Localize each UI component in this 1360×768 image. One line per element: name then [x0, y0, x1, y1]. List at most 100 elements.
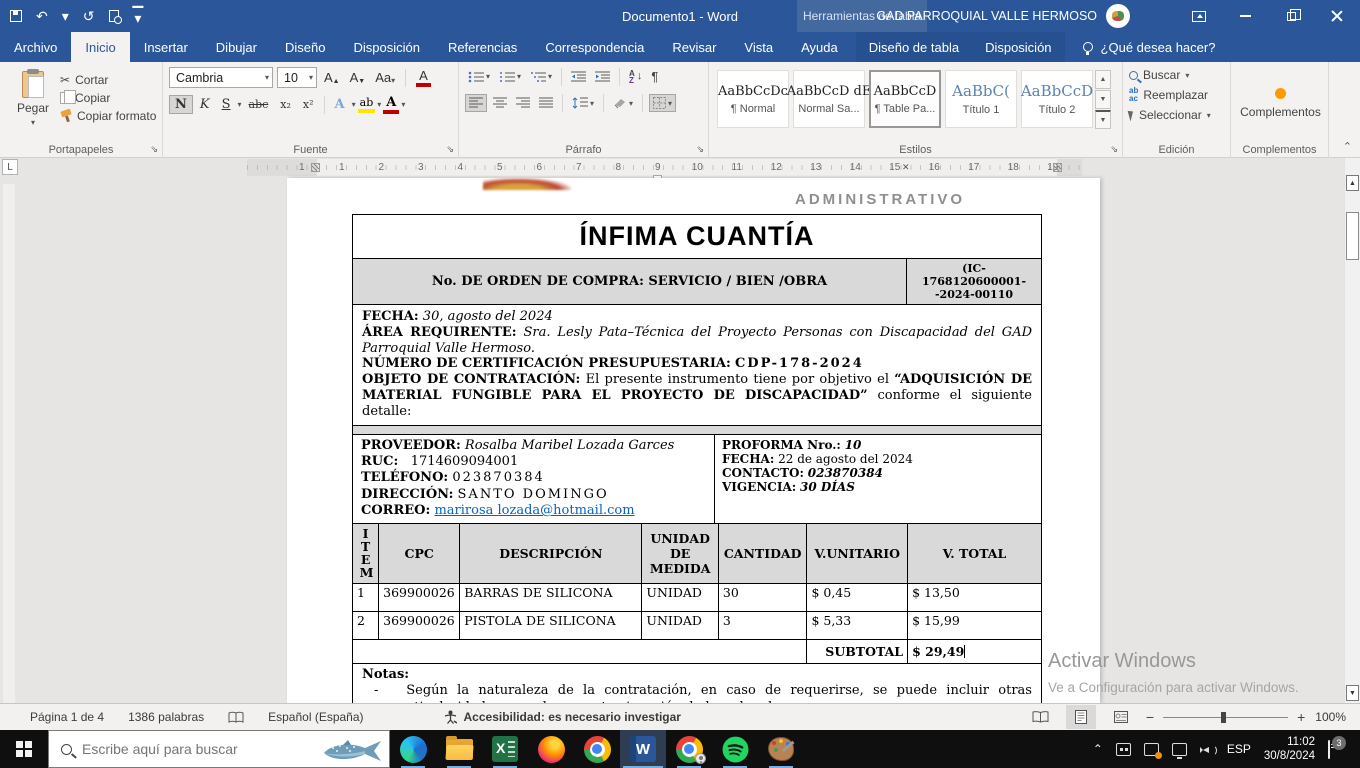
- notes-block[interactable]: Notas: Según la naturaleza de la contrat…: [352, 663, 1042, 703]
- taskbar-app-spotify[interactable]: [712, 730, 758, 768]
- increase-indent-button[interactable]: [592, 69, 613, 85]
- order-header-row[interactable]: No. DE ORDEN DE COMPRA: SERVICIO / BIEN …: [352, 258, 1042, 305]
- underline-dropdown-icon[interactable]: ▾: [238, 100, 242, 109]
- order-label[interactable]: No. DE ORDEN DE COMPRA: SERVICIO / BIEN …: [353, 259, 906, 304]
- taskbar-app-chrome[interactable]: [574, 730, 620, 768]
- contextual-tab[interactable]: Disposición: [972, 32, 1064, 62]
- style-card[interactable]: AaBbCcD dE Normal Sa...: [793, 70, 865, 128]
- paragraph-dialog-launcher[interactable]: ⇘: [696, 144, 704, 155]
- notification-center[interactable]: 3: [1328, 741, 1350, 757]
- ribbon-tab[interactable]: Archivo: [0, 32, 71, 62]
- provider-block[interactable]: PROVEEDOR: Rosalba Maribel Lozada Garces…: [353, 435, 714, 523]
- style-card[interactable]: AaBbCcD Título 2: [1021, 70, 1093, 128]
- scroll-up-button[interactable]: ▲: [1346, 175, 1359, 191]
- restore-button[interactable]: [1268, 0, 1314, 32]
- order-info-block[interactable]: FECHA: 30, agosto del 2024 ÁREA REQUIREN…: [352, 304, 1042, 426]
- account-area[interactable]: GAD PARROQUIAL VALLE HERMOSO: [876, 0, 1130, 32]
- email-link[interactable]: marirosa lozada@hotmail.com: [434, 503, 634, 518]
- zoom-slider[interactable]: [1163, 717, 1288, 718]
- ribbon-tab[interactable]: Disposición: [339, 32, 433, 62]
- zoom-out-button[interactable]: −: [1146, 709, 1154, 725]
- ribbon-tab[interactable]: Dibujar: [202, 32, 271, 62]
- shrink-font-button[interactable]: A▼: [347, 69, 369, 86]
- shading-button[interactable]: ▾: [610, 95, 636, 111]
- search-input[interactable]: [82, 741, 297, 757]
- paste-dropdown-icon[interactable]: ▾: [31, 118, 35, 127]
- taskbar-app-paint[interactable]: [758, 730, 804, 768]
- italic-button[interactable]: K: [195, 96, 215, 113]
- strikethrough-button[interactable]: abc: [244, 97, 274, 112]
- styles-more-icon[interactable]: ▼: [1095, 110, 1111, 129]
- taskbar-search[interactable]: [48, 730, 390, 768]
- font-name-combo[interactable]: Cambria▾: [169, 67, 273, 88]
- page-indicator[interactable]: Página 1 de 4: [30, 710, 104, 724]
- chevron-down-icon[interactable]: ▾: [352, 100, 356, 109]
- scrollbar-thumb[interactable]: [1346, 212, 1359, 260]
- tray-chevron-icon[interactable]: ⌃: [1093, 742, 1103, 756]
- clipboard-dialog-launcher[interactable]: ⇘: [150, 144, 158, 155]
- clock[interactable]: 11:0230/8/2024: [1264, 735, 1315, 763]
- chevron-down-icon[interactable]: ▾: [260, 73, 269, 82]
- line-spacing-button[interactable]: ▾: [569, 95, 597, 111]
- vertical-ruler[interactable]: [3, 184, 15, 704]
- change-case-button[interactable]: Aa▾: [372, 69, 398, 86]
- ribbon-tab[interactable]: Insertar: [130, 32, 202, 62]
- decrease-indent-button[interactable]: [568, 69, 589, 85]
- ribbon-tab[interactable]: Correspondencia: [531, 32, 658, 62]
- show-marks-button[interactable]: ¶: [648, 67, 661, 86]
- taskbar-app-firefox[interactable]: [528, 730, 574, 768]
- taskbar-app-file-explorer[interactable]: [436, 730, 482, 768]
- ribbon-tab[interactable]: Vista: [730, 32, 787, 62]
- ribbon-tab[interactable]: Revisar: [658, 32, 730, 62]
- grow-font-button[interactable]: A▲: [321, 69, 343, 86]
- align-center-button[interactable]: [490, 95, 510, 111]
- subscript-button[interactable]: x₂: [275, 97, 296, 112]
- subtotal-row[interactable]: SUBTOTAL $ 29,49: [353, 639, 1042, 663]
- document-page[interactable]: ADMINISTRATIVO ÍNFIMA CUANTÍA No. DE ORD…: [287, 178, 1100, 703]
- proofing-icon[interactable]: [228, 711, 244, 724]
- select-button[interactable]: Seleccionar▾: [1129, 108, 1226, 122]
- taskbar-app-excel[interactable]: [482, 730, 528, 768]
- addins-button[interactable]: Complementos: [1240, 105, 1321, 119]
- provider-proforma-row[interactable]: PROVEEDOR: Rosalba Maribel Lozada Garces…: [352, 434, 1042, 524]
- keyboard-language[interactable]: ESP: [1227, 742, 1251, 756]
- zoom-level[interactable]: 100%: [1315, 710, 1346, 724]
- start-button[interactable]: [0, 730, 48, 768]
- cut-button[interactable]: ✂Cortar: [60, 73, 156, 87]
- order-code[interactable]: (IC- 1768120600001- -2024-00110: [906, 259, 1041, 304]
- format-painter-button[interactable]: Copiar formato: [60, 109, 156, 123]
- font-dialog-launcher[interactable]: ⇘: [446, 144, 454, 155]
- style-card[interactable]: AaBbCcDc ¶ Normal: [717, 70, 789, 128]
- style-card[interactable]: AaBbCcD ¶ Table Pa...: [869, 70, 941, 128]
- tray-tablet-icon[interactable]: [1116, 743, 1131, 756]
- numbering-button[interactable]: ▾: [496, 69, 524, 85]
- styles-scroll-down-icon[interactable]: ▼: [1095, 90, 1111, 109]
- replace-button[interactable]: abacReemplazar: [1129, 87, 1226, 103]
- multilevel-list-button[interactable]: ▾: [527, 69, 555, 85]
- contextual-tab[interactable]: Diseño de tabla: [856, 32, 972, 62]
- purchase-order-document[interactable]: ÍNFIMA CUANTÍA No. DE ORDEN DE COMPRA: S…: [352, 215, 1042, 703]
- sort-button[interactable]: AZ↓: [626, 68, 645, 86]
- ribbon-tab[interactable]: Ayuda: [787, 32, 852, 62]
- administrativo-heading[interactable]: ADMINISTRATIVO: [795, 191, 965, 208]
- highlight-color-button[interactable]: ab: [358, 96, 376, 113]
- text-effects-button[interactable]: A: [330, 96, 350, 113]
- document-title[interactable]: ÍNFIMA CUANTÍA: [352, 214, 1042, 259]
- web-layout-button[interactable]: [1106, 705, 1136, 729]
- word-count[interactable]: 1386 palabras: [128, 710, 204, 724]
- note-item[interactable]: Según la naturaleza de la contratación, …: [362, 683, 1032, 703]
- tray-volume-icon[interactable]: [1200, 743, 1214, 756]
- items-table[interactable]: ITEM CPC DESCRIPCIÓN UNIDAD DE MEDIDA CA…: [352, 523, 1042, 664]
- ribbon-tab[interactable]: Referencias: [434, 32, 531, 62]
- style-card[interactable]: AaBbC( Título 1: [945, 70, 1017, 128]
- justify-button[interactable]: [536, 95, 556, 111]
- item-row[interactable]: 2369900026PISTOLA DE SILICONA UNIDAD3$ 5…: [353, 611, 1042, 639]
- read-mode-button[interactable]: [1026, 705, 1056, 729]
- vertical-scrollbar[interactable]: ▲ ▼: [1344, 158, 1360, 703]
- superscript-button[interactable]: x²: [298, 97, 319, 112]
- accessibility-status[interactable]: Accesibilidad: es necesario investigar: [444, 710, 681, 724]
- print-layout-button[interactable]: [1066, 705, 1096, 729]
- collapse-ribbon-icon[interactable]: ⌃: [1343, 140, 1352, 153]
- ribbon-tab[interactable]: Inicio: [71, 32, 129, 62]
- minimize-button[interactable]: [1222, 0, 1268, 32]
